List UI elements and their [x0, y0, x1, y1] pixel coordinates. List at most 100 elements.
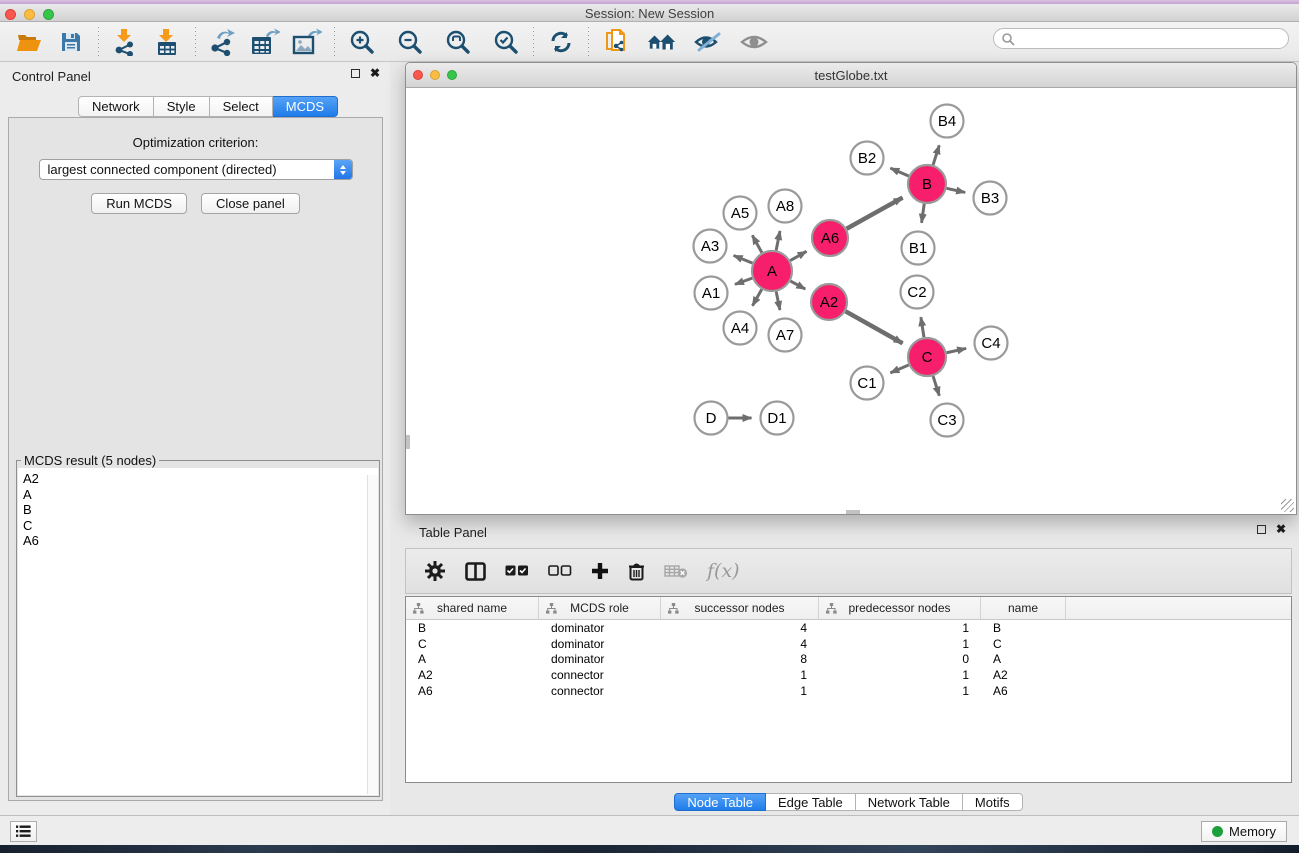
edge-A-A3[interactable]	[734, 256, 753, 264]
close-table-panel-icon[interactable]: ✖	[1276, 524, 1286, 534]
edge-C-C2[interactable]	[921, 317, 924, 337]
delete-column-button[interactable]	[628, 557, 645, 585]
list-item[interactable]: A	[23, 487, 378, 503]
column-header-name[interactable]: name	[981, 597, 1066, 619]
table-cell[interactable]: 0	[819, 652, 981, 666]
save-session-button[interactable]	[56, 27, 86, 57]
table-row[interactable]: A2connector11A2	[406, 667, 1291, 683]
table-cell[interactable]: 4	[661, 621, 819, 635]
edge-A6-B[interactable]	[847, 198, 903, 229]
edge-B-B2[interactable]	[890, 168, 908, 176]
horizontal-scrollbar[interactable]	[846, 510, 860, 514]
open-session-button[interactable]	[14, 27, 44, 57]
table-cell[interactable]: 1	[661, 684, 819, 698]
zoom-in-button[interactable]	[347, 27, 377, 57]
table-cell[interactable]: connector	[539, 668, 661, 682]
table-cell[interactable]: dominator	[539, 652, 661, 666]
criterion-select[interactable]: largest connected component (directed)	[39, 159, 353, 180]
edge-A-A5[interactable]	[752, 235, 762, 252]
zoom-out-button[interactable]	[395, 27, 425, 57]
edge-A-A8[interactable]	[776, 231, 780, 250]
tab-node-table[interactable]: Node Table	[674, 793, 766, 811]
edge-A2-C[interactable]	[846, 311, 903, 343]
edge-B-B4[interactable]	[933, 145, 939, 165]
table-row[interactable]: A6connector11A6	[406, 683, 1291, 699]
table-cell[interactable]: dominator	[539, 637, 661, 651]
edge-B-B3[interactable]	[947, 188, 966, 192]
table-cell[interactable]: B	[406, 621, 539, 635]
first-neighbors-button[interactable]	[647, 27, 677, 57]
select-stepper-icon[interactable]	[334, 160, 352, 179]
table-row[interactable]: Adominator80A	[406, 652, 1291, 668]
table-cell[interactable]: 1	[661, 668, 819, 682]
edge-C-C1[interactable]	[890, 365, 908, 373]
tab-network[interactable]: Network	[78, 96, 154, 117]
edge-C-C4[interactable]	[947, 348, 967, 352]
list-item[interactable]: A2	[23, 471, 378, 487]
table-cell[interactable]: A6	[981, 684, 1066, 698]
zoom-selected-button[interactable]	[491, 27, 521, 57]
table-cell[interactable]: C	[981, 637, 1066, 651]
vertical-scrollbar[interactable]	[406, 435, 410, 449]
close-panel-icon[interactable]: ✖	[370, 68, 380, 78]
column-header-MCDS-role[interactable]: MCDS role	[539, 597, 661, 619]
show-hidden-button[interactable]	[739, 27, 769, 57]
table-cell[interactable]: 1	[819, 637, 981, 651]
table-cell[interactable]: 1	[819, 684, 981, 698]
float-table-panel-icon[interactable]	[1257, 525, 1266, 534]
float-panel-icon[interactable]	[351, 69, 360, 78]
network-canvas[interactable]: B4B2BB3A5A8A6A3B1AC2A1A2A4A7C4CC1C3DD1	[406, 88, 1296, 514]
column-header-predecessor-nodes[interactable]: predecessor nodes	[819, 597, 981, 619]
resize-grip[interactable]	[1281, 499, 1294, 512]
table-cell[interactable]: dominator	[539, 621, 661, 635]
table-cell[interactable]: A2	[406, 668, 539, 682]
export-table-button[interactable]	[250, 27, 280, 57]
table-cell[interactable]: A2	[981, 668, 1066, 682]
column-visibility-button[interactable]	[465, 557, 486, 585]
export-image-button[interactable]	[292, 27, 322, 57]
table-cell[interactable]: 8	[661, 652, 819, 666]
table-cell[interactable]: B	[981, 621, 1066, 635]
table-settings-button[interactable]	[424, 557, 446, 585]
tab-select[interactable]: Select	[210, 96, 273, 117]
list-item[interactable]: B	[23, 502, 378, 518]
function-builder-button[interactable]: f(x)	[707, 560, 740, 582]
mcds-result-list[interactable]: A2ABCA6	[18, 468, 378, 795]
edge-B-B1[interactable]	[922, 204, 925, 223]
memory-button[interactable]: Memory	[1201, 821, 1287, 842]
table-cell[interactable]: A	[406, 652, 539, 666]
tab-edge-table[interactable]: Edge Table	[766, 793, 856, 811]
edge-A-A1[interactable]	[735, 278, 752, 284]
list-item[interactable]: C	[23, 518, 378, 534]
search-input[interactable]	[993, 28, 1289, 49]
close-panel-button[interactable]: Close panel	[201, 193, 300, 214]
delete-table-button[interactable]	[664, 557, 688, 585]
new-network-from-selection-button[interactable]	[601, 27, 631, 57]
run-mcds-button[interactable]: Run MCDS	[91, 193, 187, 214]
table-row[interactable]: Bdominator41B	[406, 620, 1291, 636]
edge-C-C3[interactable]	[933, 376, 939, 396]
zoom-fit-button[interactable]	[443, 27, 473, 57]
task-history-button[interactable]	[10, 821, 37, 842]
import-table-button[interactable]	[153, 27, 183, 57]
table-cell[interactable]: connector	[539, 684, 661, 698]
network-graph[interactable]: B4B2BB3A5A8A6A3B1AC2A1A2A4A7C4CC1C3DD1	[406, 88, 1296, 514]
table-cell[interactable]: 1	[819, 668, 981, 682]
edge-A-A6[interactable]	[790, 251, 806, 260]
list-item[interactable]: A6	[23, 533, 378, 549]
add-column-button[interactable]	[591, 557, 609, 585]
tab-style[interactable]: Style	[154, 96, 210, 117]
column-header-successor-nodes[interactable]: successor nodes	[661, 597, 819, 619]
tab-mcds[interactable]: MCDS	[273, 96, 338, 117]
tab-motifs[interactable]: Motifs	[963, 793, 1023, 811]
mcds-list-scrollbar[interactable]	[367, 475, 378, 794]
column-header-shared-name[interactable]: shared name	[406, 597, 539, 619]
tab-network-table[interactable]: Network Table	[856, 793, 963, 811]
import-network-button[interactable]	[111, 27, 141, 57]
table-cell[interactable]: 4	[661, 637, 819, 651]
network-window-titlebar[interactable]: testGlobe.txt	[406, 63, 1296, 88]
export-network-button[interactable]	[208, 27, 238, 57]
select-all-rows-button[interactable]	[505, 557, 529, 585]
hide-selection-button[interactable]	[693, 27, 723, 57]
edge-A-A2[interactable]	[790, 281, 805, 289]
